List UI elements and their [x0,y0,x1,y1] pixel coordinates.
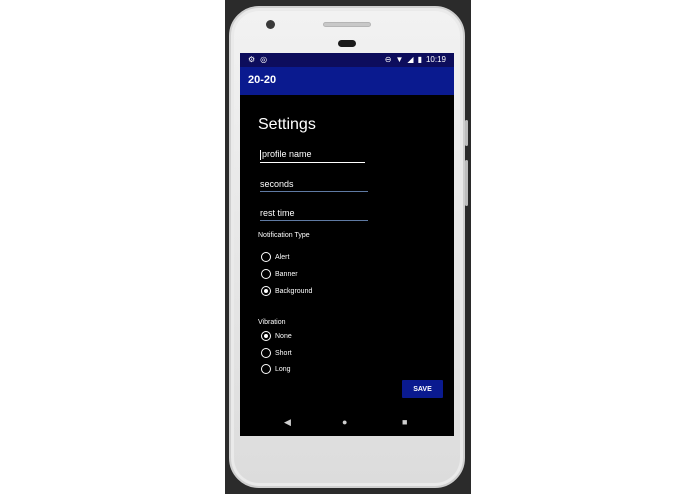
radio-label: Background [275,287,313,295]
profile-name-placeholder: profile name [262,149,312,159]
seconds-placeholder: seconds [260,179,294,189]
radio-background[interactable]: Background [261,286,312,296]
home-icon[interactable]: ● [342,417,347,427]
radio-circle [261,269,271,279]
radio-circle [261,348,271,358]
stage: ⚙ ◎ ⊖ ▼ ◢ ▮ 10:19 20-20 Settings profile… [0,0,695,494]
radio-circle [261,364,271,374]
proximity-sensor [338,40,356,47]
radio-label: Long [275,365,291,373]
radio-long[interactable]: Long [261,364,291,374]
radio-circle-checked [261,286,271,296]
radio-label: Alert [275,253,290,261]
radio-label: None [275,332,292,340]
radio-label: Banner [275,270,298,278]
profile-name-input[interactable]: profile name [260,149,365,163]
signal-icon: ◢ [407,55,414,64]
earpiece-speaker [323,22,371,27]
radio-alert[interactable]: Alert [261,252,289,262]
radio-circle [261,252,271,262]
battery-icon: ▮ [417,55,422,64]
nav-bar: ◀ ● ■ [240,411,454,436]
do-not-disturb-icon: ⊖ [384,55,392,64]
wifi-icon: ▼ [395,55,404,64]
radio-none[interactable]: None [261,331,292,341]
radio-label: Short [275,349,292,357]
seconds-input[interactable]: seconds [260,179,368,192]
notification-type-label: Notification Type [258,232,310,239]
radio-circle-checked [261,331,271,341]
text-cursor [260,149,261,160]
device-screen: ⚙ ◎ ⊖ ▼ ◢ ▮ 10:19 20-20 Settings profile… [240,53,454,436]
volume-button[interactable] [465,160,468,206]
record-icon: ◎ [260,55,268,64]
page-title: Settings [258,116,316,133]
app-title: 20-20 [248,74,277,86]
status-bar: ⚙ ◎ ⊖ ▼ ◢ ▮ 10:19 [240,53,454,67]
rest-time-placeholder: rest time [260,208,295,218]
back-icon[interactable]: ◀ [284,417,291,428]
power-button[interactable] [465,120,468,146]
radio-short[interactable]: Short [261,348,292,358]
radio-banner[interactable]: Banner [261,269,298,279]
front-camera [266,20,275,29]
vibration-label: Vibration [258,319,286,326]
save-button[interactable]: SAVE [402,380,443,398]
recents-icon[interactable]: ■ [402,417,407,427]
rest-time-input[interactable]: rest time [260,208,368,221]
gear-icon: ⚙ [248,55,256,64]
status-time: 10:19 [425,55,446,64]
app-bar: 20-20 [240,67,454,95]
